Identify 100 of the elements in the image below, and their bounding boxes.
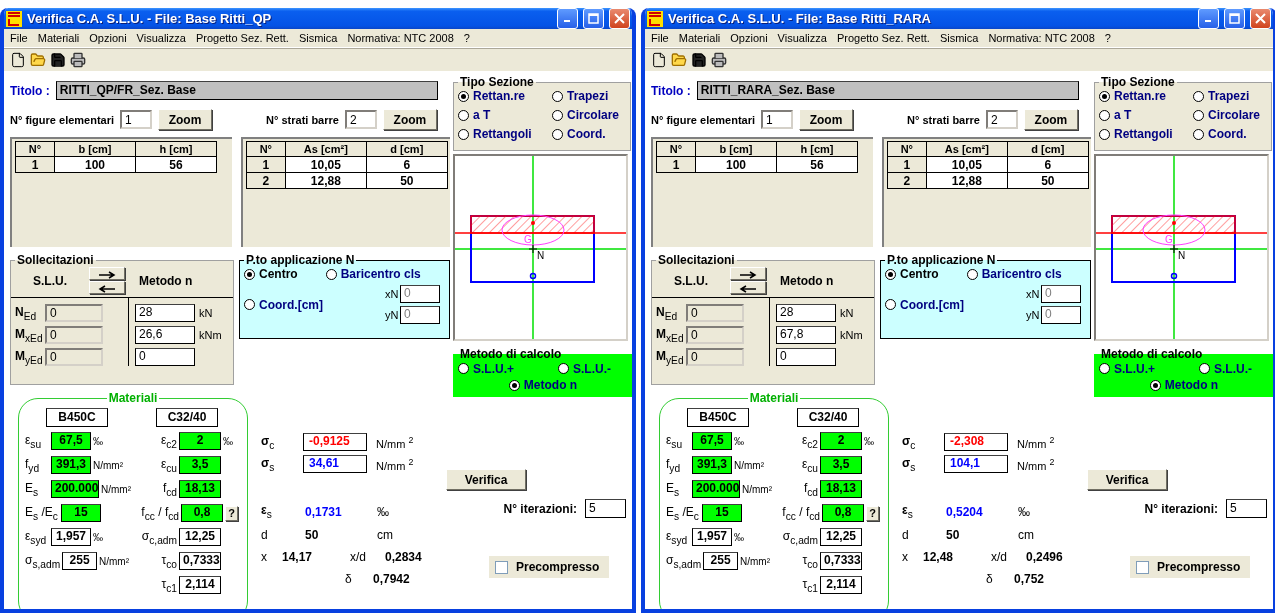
- radio-option[interactable]: Baricentro cls: [325, 267, 421, 281]
- save-icon[interactable]: [691, 52, 707, 68]
- radio-circle[interactable]: [552, 128, 563, 140]
- property-field[interactable]: 2: [820, 432, 862, 450]
- radio-option[interactable]: Trapezi: [1193, 89, 1267, 103]
- printer-icon[interactable]: [70, 52, 86, 68]
- property-field[interactable]: 3,5: [820, 456, 862, 474]
- save-icon[interactable]: [50, 52, 66, 68]
- radio-option[interactable]: S.L.U.+: [1099, 361, 1155, 376]
- copy-left-button[interactable]: [730, 281, 766, 294]
- menu-item[interactable]: File: [651, 32, 669, 44]
- radio-circle[interactable]: [458, 109, 469, 121]
- radio-option[interactable]: Rettangoli: [1099, 127, 1189, 141]
- radio-circle[interactable]: [508, 379, 520, 391]
- radio-circle[interactable]: [1193, 109, 1204, 121]
- value-field[interactable]: 67,8: [776, 326, 836, 344]
- property-field[interactable]: 67,5: [51, 432, 91, 450]
- radio-circle[interactable]: [1199, 363, 1210, 374]
- menu-item[interactable]: Normativa: NTC 2008: [347, 32, 454, 44]
- copy-right-button[interactable]: [89, 267, 125, 280]
- count-field[interactable]: 1: [120, 110, 153, 129]
- property-field[interactable]: 3,5: [179, 456, 221, 474]
- property-field[interactable]: 2,114: [820, 576, 862, 594]
- count-field[interactable]: 2: [985, 110, 1018, 129]
- radio-option[interactable]: a T: [458, 108, 548, 122]
- radio-circle[interactable]: [244, 299, 255, 311]
- copy-left-button[interactable]: [89, 281, 125, 294]
- radio-circle[interactable]: [1099, 90, 1110, 102]
- radio-circle[interactable]: [244, 268, 255, 280]
- property-field[interactable]: 67,5: [692, 432, 732, 450]
- menu-item[interactable]: Sismica: [939, 32, 979, 44]
- radio-circle[interactable]: [1149, 379, 1161, 391]
- precompresso-checkbox[interactable]: Precompresso: [1130, 556, 1251, 578]
- property-field[interactable]: 391,3: [692, 456, 732, 474]
- close-button[interactable]: [1250, 8, 1271, 29]
- property-field[interactable]: 0,7333: [179, 552, 221, 570]
- value-field[interactable]: 28: [776, 304, 836, 322]
- count-field[interactable]: 2: [344, 110, 377, 129]
- menu-item[interactable]: Progetto Sez. Rett.: [195, 32, 289, 44]
- value-field[interactable]: 28: [135, 304, 195, 322]
- property-field[interactable]: 18,13: [179, 480, 221, 498]
- radio-circle[interactable]: [458, 90, 469, 102]
- property-field[interactable]: 15: [702, 504, 742, 522]
- printer-icon[interactable]: [711, 52, 727, 68]
- zoom-button[interactable]: Zoom: [799, 109, 854, 130]
- maximize-button[interactable]: [583, 8, 604, 29]
- radio-option[interactable]: Metodo n: [1149, 378, 1219, 392]
- property-field[interactable]: 391,3: [51, 456, 91, 474]
- menu-item[interactable]: Progetto Sez. Rett.: [836, 32, 930, 44]
- property-field[interactable]: 0,8: [822, 504, 864, 522]
- radio-circle[interactable]: [1193, 128, 1204, 140]
- open-folder-icon[interactable]: [30, 52, 46, 68]
- radio-circle[interactable]: [1193, 90, 1204, 102]
- radio-circle[interactable]: [558, 363, 569, 374]
- value-field[interactable]: 0: [135, 348, 195, 366]
- radio-option[interactable]: Coord.[cm]: [244, 297, 323, 312]
- count-field[interactable]: 1: [761, 110, 794, 129]
- property-field[interactable]: 12,25: [820, 528, 862, 546]
- open-folder-icon[interactable]: [671, 52, 687, 68]
- menu-item[interactable]: ?: [1104, 32, 1111, 44]
- iterations-field[interactable]: 5: [1226, 499, 1267, 518]
- property-field[interactable]: 0,8: [181, 504, 223, 522]
- new-file-icon[interactable]: [10, 52, 26, 68]
- value-field[interactable]: 26,6: [135, 326, 195, 344]
- radio-circle[interactable]: [552, 90, 563, 102]
- new-file-icon[interactable]: [651, 52, 667, 68]
- radio-option[interactable]: Centro: [244, 267, 298, 281]
- help-button[interactable]: ?: [225, 505, 238, 521]
- radio-option[interactable]: S.L.U.-: [558, 361, 611, 376]
- verifica-button[interactable]: Verifica: [446, 469, 526, 490]
- property-field[interactable]: 15: [61, 504, 101, 522]
- menu-item[interactable]: Materiali: [678, 32, 721, 44]
- radio-option[interactable]: Metodo n: [508, 378, 578, 392]
- menu-item[interactable]: Sismica: [298, 32, 338, 44]
- close-button[interactable]: [609, 8, 630, 29]
- verifica-button[interactable]: Verifica: [1087, 469, 1167, 490]
- radio-circle[interactable]: [458, 363, 469, 374]
- radio-option[interactable]: Rettan.re: [458, 89, 548, 103]
- property-field[interactable]: 255: [703, 552, 738, 570]
- copy-right-button[interactable]: [730, 267, 766, 280]
- value-field[interactable]: 0: [776, 348, 836, 366]
- property-field[interactable]: 200.000: [692, 480, 740, 498]
- zoom-button[interactable]: Zoom: [1023, 109, 1078, 130]
- property-field[interactable]: 12,25: [179, 528, 221, 546]
- radio-option[interactable]: Circolare: [552, 108, 626, 122]
- property-field[interactable]: 2: [179, 432, 221, 450]
- zoom-button[interactable]: Zoom: [382, 109, 437, 130]
- maximize-button[interactable]: [1224, 8, 1245, 29]
- precompresso-checkbox[interactable]: Precompresso: [489, 556, 610, 578]
- menu-item[interactable]: Opzioni: [89, 32, 127, 44]
- title-field[interactable]: RITTI_RARA_Sez. Base: [696, 81, 1079, 100]
- menu-item[interactable]: Visualizza: [777, 32, 827, 44]
- radio-circle[interactable]: [1099, 109, 1110, 121]
- menu-item[interactable]: File: [10, 32, 28, 44]
- radio-option[interactable]: Coord.: [1193, 127, 1267, 141]
- radio-circle[interactable]: [1099, 363, 1110, 374]
- help-button[interactable]: ?: [866, 505, 879, 521]
- radio-option[interactable]: a T: [1099, 108, 1189, 122]
- menu-item[interactable]: Materiali: [37, 32, 80, 44]
- menu-item[interactable]: Normativa: NTC 2008: [988, 32, 1095, 44]
